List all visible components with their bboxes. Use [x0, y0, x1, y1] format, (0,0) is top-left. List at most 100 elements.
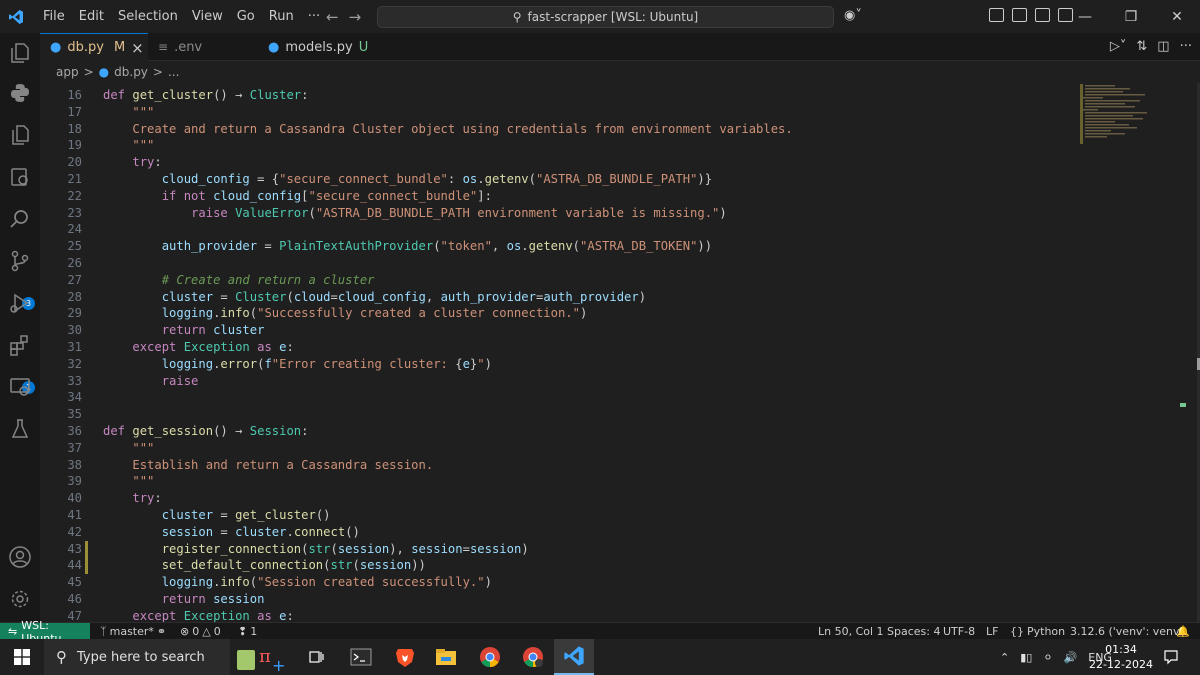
code-line[interactable]: 35: [40, 406, 1080, 423]
minimize-icon[interactable]: —: [1062, 0, 1108, 33]
code-line[interactable]: 39 """: [40, 473, 1080, 490]
search-icon[interactable]: [0, 199, 40, 239]
minimap[interactable]: [1080, 83, 1190, 622]
calculator-pi-icon[interactable]: π +: [232, 639, 288, 675]
code-editor[interactable]: 16 def get_cluster() → Cluster: 17 """ 18 C…: [40, 83, 1200, 622]
menu-edit[interactable]: Edit: [72, 9, 111, 24]
python-interpreter[interactable]: 3.12.6 ('venv': venv): [1070, 623, 1184, 640]
code-line[interactable]: 29 logging.info("Successfully created a …: [40, 305, 1080, 322]
code-line[interactable]: 31 except Exception as e:: [40, 339, 1080, 356]
show-hidden-icons-icon[interactable]: ⌃: [1000, 651, 1009, 664]
forward-arrow-icon[interactable]: →: [349, 8, 362, 26]
code-line[interactable]: 28 cluster = Cluster(cloud=cloud_config,…: [40, 289, 1080, 306]
extensions-icon[interactable]: [0, 325, 40, 365]
code-line[interactable]: 43 register_connection(str(session), ses…: [40, 540, 1080, 558]
code-line[interactable]: 46 return session: [40, 591, 1080, 608]
run-python-file-icon[interactable]: ▷˅: [1110, 39, 1127, 54]
more-actions-icon[interactable]: ···: [1180, 39, 1192, 54]
terminal-icon[interactable]: [341, 639, 381, 675]
breadcrumb-more[interactable]: ...: [168, 65, 179, 79]
taskbar-clock[interactable]: 01:34 22-12-2024: [1089, 642, 1153, 672]
code-line[interactable]: 32 logging.error(f"Error creating cluste…: [40, 356, 1080, 373]
code-line[interactable]: 41 cluster = get_cluster(): [40, 507, 1080, 524]
modified-line-gutter-marker[interactable]: [85, 540, 88, 558]
code-line[interactable]: 33 raise: [40, 373, 1080, 390]
code-line[interactable]: 20 try:: [40, 154, 1080, 171]
code-line[interactable]: 17 """: [40, 104, 1080, 121]
close-tab-icon[interactable]: ×: [131, 39, 144, 57]
modified-line-gutter-marker[interactable]: [85, 557, 88, 575]
end-of-line[interactable]: LF: [986, 623, 998, 640]
tab-models-py[interactable]: ● models.py U: [258, 33, 368, 61]
compare-changes-icon[interactable]: ⇅: [1136, 39, 1147, 54]
vscode-taskbar-icon[interactable]: [554, 639, 594, 675]
tab-env[interactable]: ≡ .env: [148, 33, 258, 61]
code-line[interactable]: 37 """: [40, 440, 1080, 457]
remote-indicator[interactable]: ⇋ WSL: Ubuntu: [0, 619, 90, 645]
code-line[interactable]: 25 auth_provider = PlainTextAuthProvider…: [40, 238, 1080, 255]
code-line[interactable]: 22 if not cloud_config["secure_connect_b…: [40, 188, 1080, 205]
notifications-bell-icon[interactable]: 🔔: [1176, 623, 1190, 640]
cursor-position[interactable]: Ln 50, Col 1: [818, 623, 884, 640]
brave-browser-icon[interactable]: [385, 639, 425, 675]
customize-layout-icon[interactable]: [989, 8, 1004, 22]
code-line[interactable]: 42 session = cluster.connect(): [40, 524, 1080, 541]
code-line[interactable]: 36 def get_session() → Session:: [40, 423, 1080, 440]
code-line[interactable]: 23 raise ValueError("ASTRA_DB_BUNDLE_PAT…: [40, 205, 1080, 222]
code-line[interactable]: 38 Establish and return a Cassandra sess…: [40, 457, 1080, 474]
code-line[interactable]: 45 logging.info("Session created success…: [40, 574, 1080, 591]
code-line[interactable]: 27 # Create and return a cluster: [40, 272, 1080, 289]
taskbar-search-box[interactable]: ⚲ Type here to search: [44, 639, 230, 675]
menu-run[interactable]: Run: [262, 9, 301, 24]
remote-explorer-icon[interactable]: [0, 367, 40, 407]
encoding[interactable]: UTF-8: [943, 623, 975, 640]
code-line[interactable]: 19 """: [40, 137, 1080, 154]
problems-indicator[interactable]: ⊗ 0 △ 0: [180, 623, 221, 640]
code-line[interactable]: 30 return cluster: [40, 322, 1080, 339]
file-explorer-icon[interactable]: [426, 639, 466, 675]
run-debug-icon[interactable]: [0, 283, 40, 323]
scrollbar[interactable]: [1188, 83, 1200, 622]
indentation[interactable]: Spaces: 4: [887, 623, 940, 640]
toggle-panel-icon[interactable]: [1035, 8, 1050, 22]
toggle-primary-sidebar-icon[interactable]: [1012, 8, 1027, 22]
code-line[interactable]: 24: [40, 221, 1080, 238]
code-line[interactable]: 40 try:: [40, 490, 1080, 507]
explorer-files-icon[interactable]: [0, 115, 40, 155]
branch-indicator[interactable]: ᛉ master* ⚭: [100, 623, 166, 640]
menu-file[interactable]: File: [36, 9, 72, 24]
menu-view[interactable]: View: [185, 9, 230, 24]
split-editor-icon[interactable]: ◫: [1157, 39, 1169, 54]
source-control-icon[interactable]: [0, 241, 40, 281]
restore-icon[interactable]: ❐: [1108, 0, 1154, 33]
tab-db-py[interactable]: ● db.py M ×: [40, 33, 148, 61]
notification-center-icon[interactable]: [1163, 639, 1179, 675]
back-arrow-icon[interactable]: ←: [326, 8, 339, 26]
breadcrumb-app[interactable]: app: [56, 65, 79, 79]
windows-start-icon[interactable]: [0, 639, 44, 675]
volume-icon[interactable]: 🔊: [1064, 651, 1078, 664]
code-line[interactable]: 47 except Exception as e:: [40, 608, 1080, 622]
code-line[interactable]: 16 def get_cluster() → Cluster:: [40, 87, 1080, 104]
menu-more[interactable]: ···: [301, 9, 327, 24]
breadcrumb-file[interactable]: db.py: [114, 65, 148, 79]
testing-icon[interactable]: [0, 409, 40, 449]
copilot-icon[interactable]: ◉˅: [844, 8, 862, 23]
ports-indicator[interactable]: ❢ 1: [238, 623, 257, 640]
python-icon[interactable]: [0, 73, 40, 113]
command-center-search[interactable]: ⚲ fast-scrapper [WSL: Ubuntu]: [377, 6, 834, 28]
task-view-icon[interactable]: [296, 639, 336, 675]
menu-selection[interactable]: Selection: [111, 9, 185, 24]
menu-go[interactable]: Go: [230, 9, 262, 24]
chrome-profile-icon[interactable]: [513, 639, 553, 675]
settings-gear-icon[interactable]: [0, 579, 40, 619]
language-mode[interactable]: {} Python: [1010, 623, 1065, 640]
close-icon[interactable]: ✕: [1154, 0, 1200, 33]
code-line[interactable]: 34: [40, 389, 1080, 406]
battery-icon[interactable]: ▮▯: [1020, 651, 1032, 664]
testing-flask-doc-icon[interactable]: [0, 157, 40, 197]
code-line[interactable]: 26: [40, 255, 1080, 272]
code-line[interactable]: 44 set_default_connection(str(session)): [40, 557, 1080, 575]
account-icon[interactable]: [0, 537, 40, 577]
code-line[interactable]: 21 cloud_config = {"secure_connect_bundl…: [40, 171, 1080, 188]
